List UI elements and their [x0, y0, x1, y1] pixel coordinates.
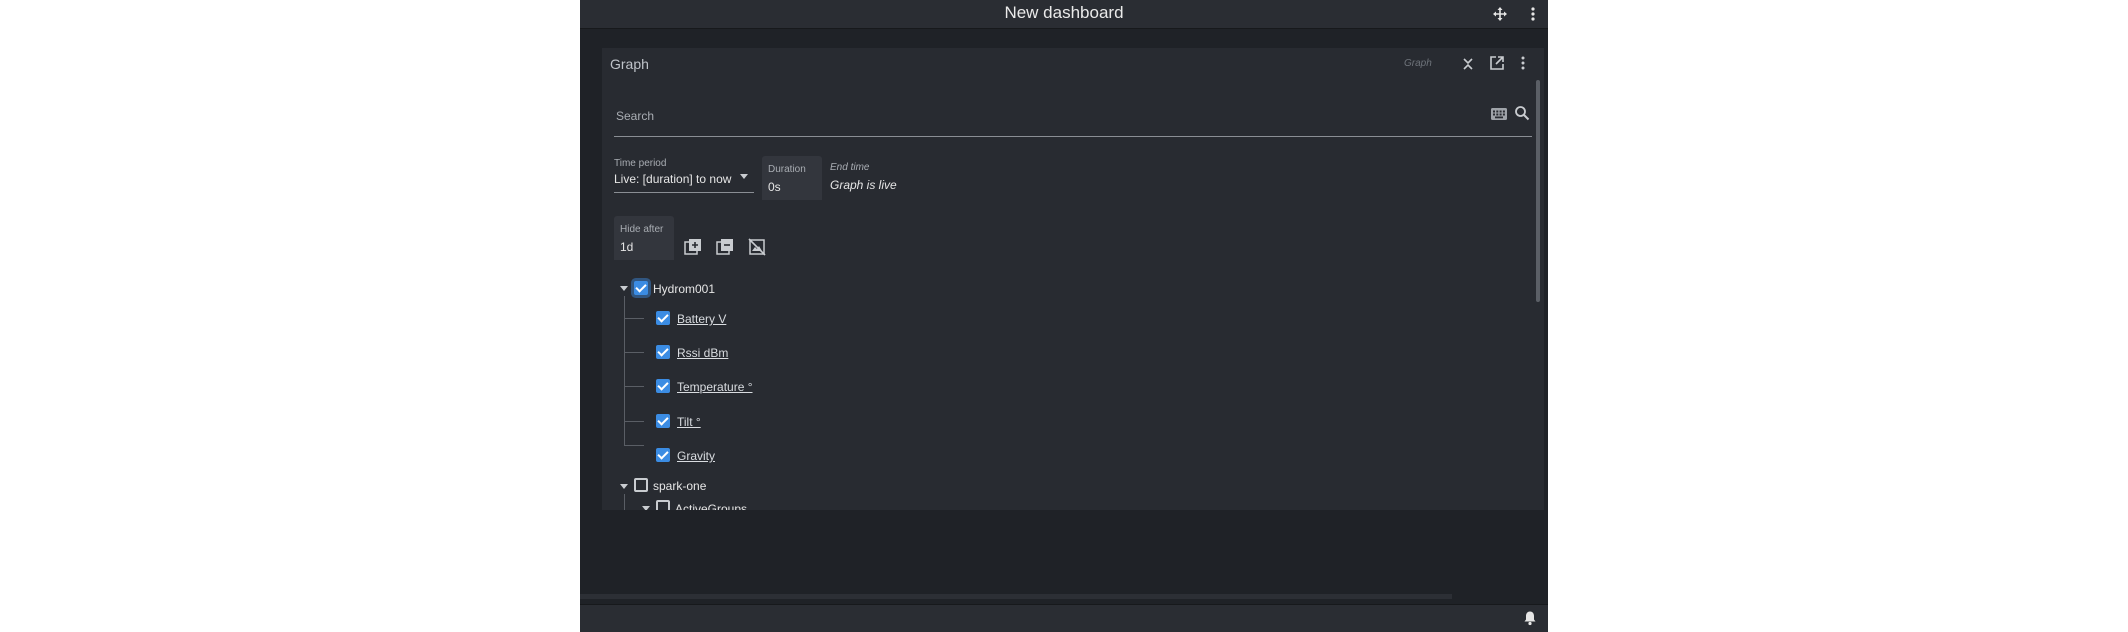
search-input[interactable]: [614, 100, 1478, 132]
more-vert-icon[interactable]: [1526, 5, 1540, 23]
bell-icon[interactable]: [1522, 610, 1538, 626]
time-period-label: Time period: [614, 158, 667, 169]
series-label[interactable]: Battery V: [677, 312, 726, 326]
group-checkbox-spark-one[interactable]: [634, 478, 648, 492]
status-bar: [580, 604, 1548, 632]
graph-widget: Graph Graph Search Time period Live: [du…: [602, 48, 1544, 510]
expand-caret-icon[interactable]: [620, 484, 628, 489]
dashboard-app: New dashboard Graph Graph Search Time pe…: [580, 0, 1548, 632]
tree-line: [624, 421, 644, 422]
time-period-select[interactable]: Time period Live: [duration] to now: [614, 156, 754, 193]
expand-caret-icon[interactable]: [642, 506, 650, 510]
widget-title: Graph: [610, 56, 649, 72]
horizontal-scrollbar[interactable]: [580, 594, 1452, 599]
series-checkbox[interactable]: [656, 500, 670, 510]
series-label[interactable]: Gravity: [677, 449, 715, 463]
hide-after-field[interactable]: Hide after 1d: [614, 216, 674, 260]
series-label[interactable]: Temperature °: [677, 380, 753, 394]
chevron-down-icon: [740, 174, 748, 179]
tree-line: [624, 318, 644, 319]
tree-line: [624, 386, 644, 387]
tree-line: [624, 494, 625, 510]
collapse-icon[interactable]: [1460, 56, 1476, 72]
hide-image-icon[interactable]: [748, 238, 766, 256]
top-bar: New dashboard: [580, 0, 1548, 29]
widget-more-vert-icon[interactable]: [1515, 55, 1531, 71]
open-in-new-icon[interactable]: [1489, 55, 1505, 71]
end-time-value: Graph is live: [830, 178, 897, 192]
end-time-label: End time: [830, 162, 870, 173]
hide-after-value: 1d: [620, 240, 634, 254]
tree-group-label: spark-one: [653, 479, 707, 493]
series-label[interactable]: Tilt °: [677, 415, 701, 429]
series-label[interactable]: Rssi dBm: [677, 346, 728, 360]
series-checkbox[interactable]: [656, 379, 670, 393]
tree-subgroup-label: ActiveGroups: [675, 502, 748, 510]
search-field: [614, 100, 1532, 137]
tree-group-label: Hydrom001: [653, 282, 716, 296]
tree-line: [624, 445, 644, 446]
library-remove-icon[interactable]: [716, 238, 734, 256]
duration-value: 0s: [768, 180, 781, 194]
series-checkbox[interactable]: [656, 448, 670, 462]
series-checkbox[interactable]: [656, 345, 670, 359]
move-icon[interactable]: [1492, 6, 1508, 22]
tree-line: [624, 352, 644, 353]
search-icon[interactable]: [1514, 105, 1530, 121]
hide-after-label: Hide after: [620, 224, 664, 235]
keyboard-icon[interactable]: [1490, 107, 1508, 121]
duration-label: Duration: [768, 164, 806, 175]
expand-caret-icon[interactable]: [620, 286, 628, 291]
library-add-icon[interactable]: [684, 238, 702, 256]
group-checkbox-hydrom001[interactable]: [634, 281, 648, 295]
series-checkbox[interactable]: [656, 311, 670, 325]
end-time: End time Graph is live: [830, 162, 897, 192]
series-checkbox[interactable]: [656, 414, 670, 428]
duration-field[interactable]: Duration 0s: [762, 156, 822, 200]
widget-scrollbar[interactable]: [1536, 80, 1540, 302]
widget-type-label: Graph: [1404, 58, 1432, 69]
time-period-value: Live: [duration] to now: [614, 172, 732, 186]
dashboard-title: New dashboard: [1004, 3, 1124, 22]
